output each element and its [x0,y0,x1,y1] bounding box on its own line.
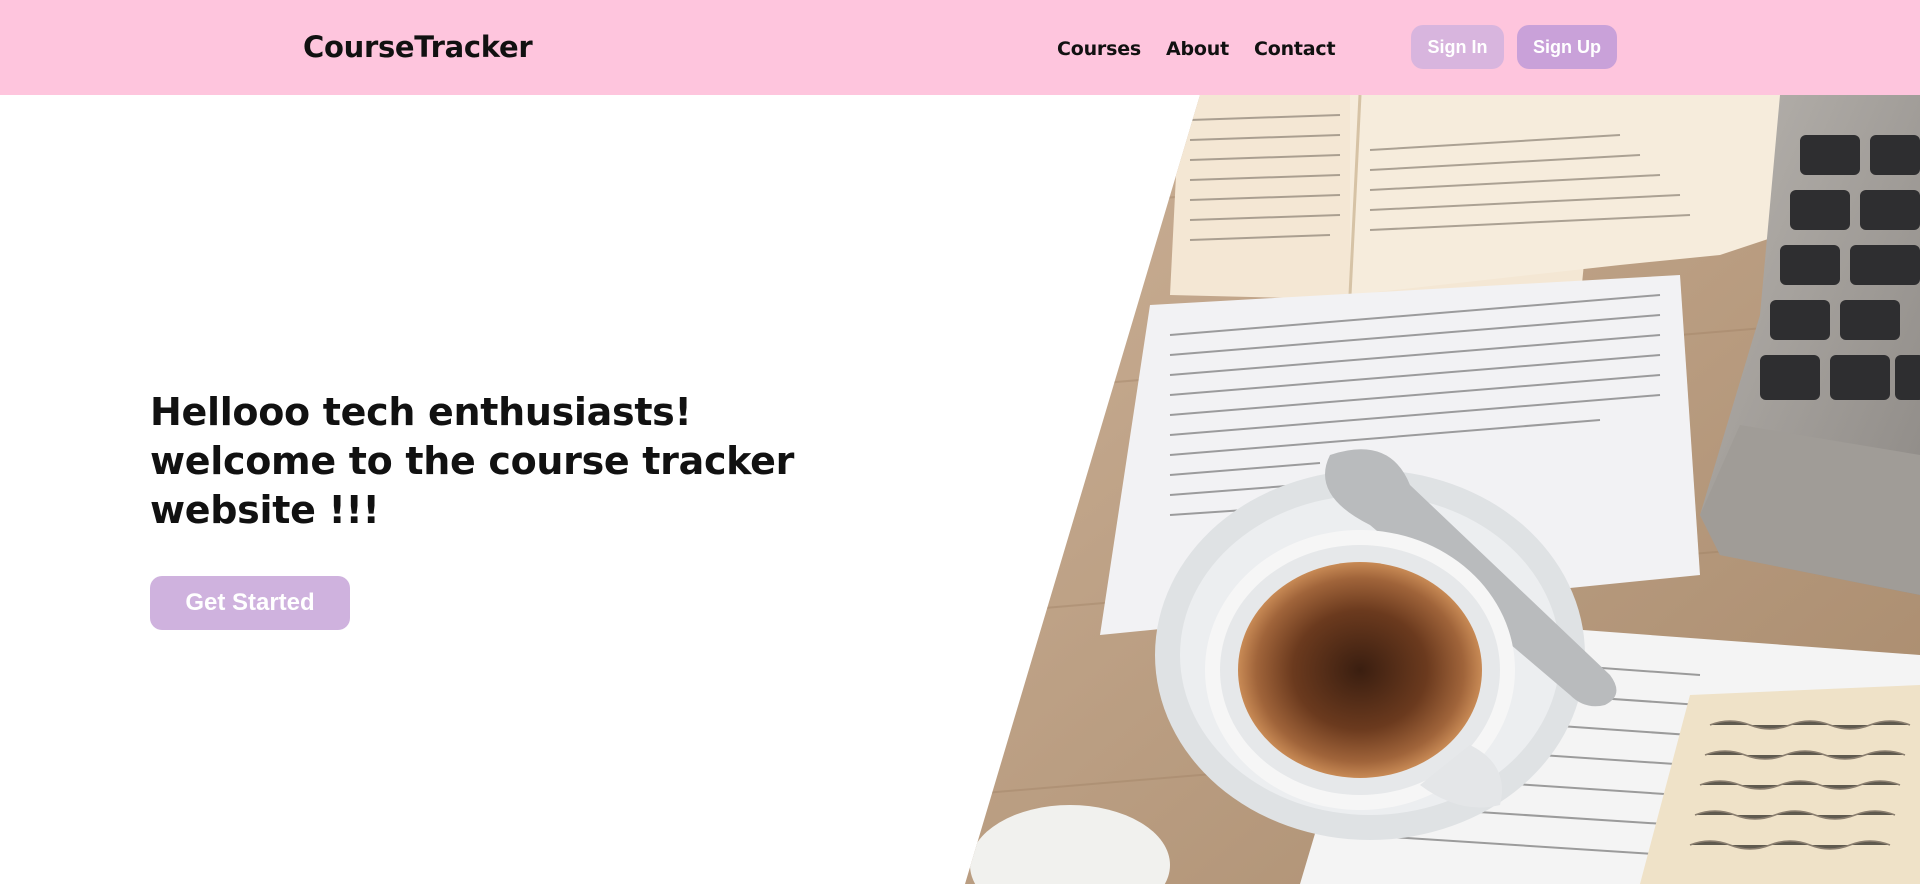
nav-links: Courses About Contact [1057,38,1336,60]
sign-in-button[interactable]: Sign In [1411,25,1504,69]
nav-link-courses[interactable]: Courses [1057,38,1141,60]
nav-link-contact[interactable]: Contact [1254,38,1336,60]
sign-up-button[interactable]: Sign Up [1517,25,1617,69]
navbar: CourseTracker Courses About Contact Sign… [0,0,1920,95]
photo-content [965,95,1920,884]
brand-logo[interactable]: CourseTracker [303,30,533,64]
hero-image [0,95,1920,884]
nav-link-about[interactable]: About [1166,38,1229,60]
landing-page: CourseTracker Courses About Contact Sign… [0,0,1920,884]
